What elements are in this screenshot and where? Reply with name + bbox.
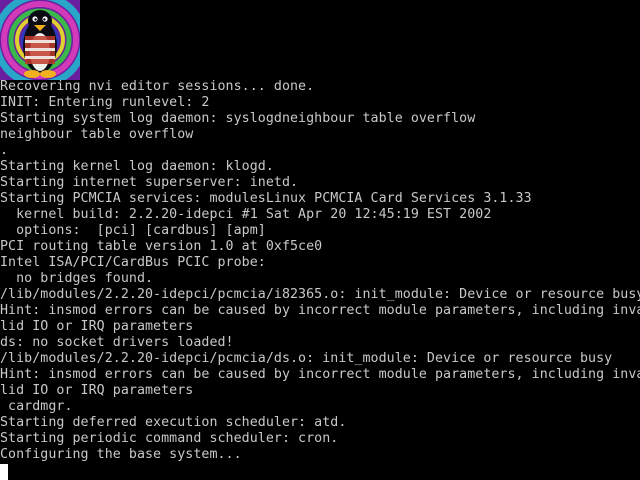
boot-log-line: options: [pci] [cardbus] [apm] — [0, 223, 266, 238]
boot-log-line: . — [0, 143, 9, 158]
boot-log-line: /lib/modules/2.2.20-idepci/pcmcia/i82365… — [0, 287, 640, 302]
boot-log-line: lid IO or IRQ parameters — [0, 319, 194, 334]
boot-log-line: /lib/modules/2.2.20-idepci/pcmcia/ds.o: … — [0, 351, 613, 366]
boot-log-line: lid IO or IRQ parameters — [0, 383, 194, 398]
boot-log-line: PCI routing table version 1.0 at 0xf5ce0 — [0, 239, 323, 254]
boot-log-line: Starting deferred execution scheduler: a… — [0, 415, 347, 430]
tux-penguin-icon — [0, 0, 80, 80]
boot-log-line: no bridges found. — [0, 271, 154, 286]
boot-log-line: Recovering nvi editor sessions... done. — [0, 79, 315, 94]
text-cursor — [0, 464, 8, 480]
boot-log-line: kernel build: 2.2.20-idepci #1 Sat Apr 2… — [0, 207, 492, 222]
boot-log-line: Starting kernel log daemon: klogd. — [0, 159, 274, 174]
boot-log-line: ds: no socket drivers loaded! — [0, 335, 234, 350]
boot-log-line: INIT: Entering runlevel: 2 — [0, 95, 210, 110]
boot-log-line: cardmgr. — [0, 399, 73, 414]
boot-log: Recovering nvi editor sessions... done. … — [0, 79, 640, 463]
boot-log-line: Starting PCMCIA services: modulesLinux P… — [0, 191, 532, 206]
boot-log-line: neighbour table overflow — [0, 127, 194, 142]
console-screen[interactable]: Recovering nvi editor sessions... done. … — [0, 0, 640, 480]
boot-log-line: Starting system log daemon: syslogdneigh… — [0, 111, 476, 126]
boot-log-line: Configuring the base system... — [0, 447, 242, 462]
boot-log-line: Hint: insmod errors can be caused by inc… — [0, 303, 640, 318]
boot-log-line: Intel ISA/PCI/CardBus PCIC probe: — [0, 255, 266, 270]
boot-log-line: Hint: insmod errors can be caused by inc… — [0, 367, 640, 382]
boot-log-line: Starting internet superserver: inetd. — [0, 175, 299, 190]
boot-log-line: Starting periodic command scheduler: cro… — [0, 431, 339, 446]
